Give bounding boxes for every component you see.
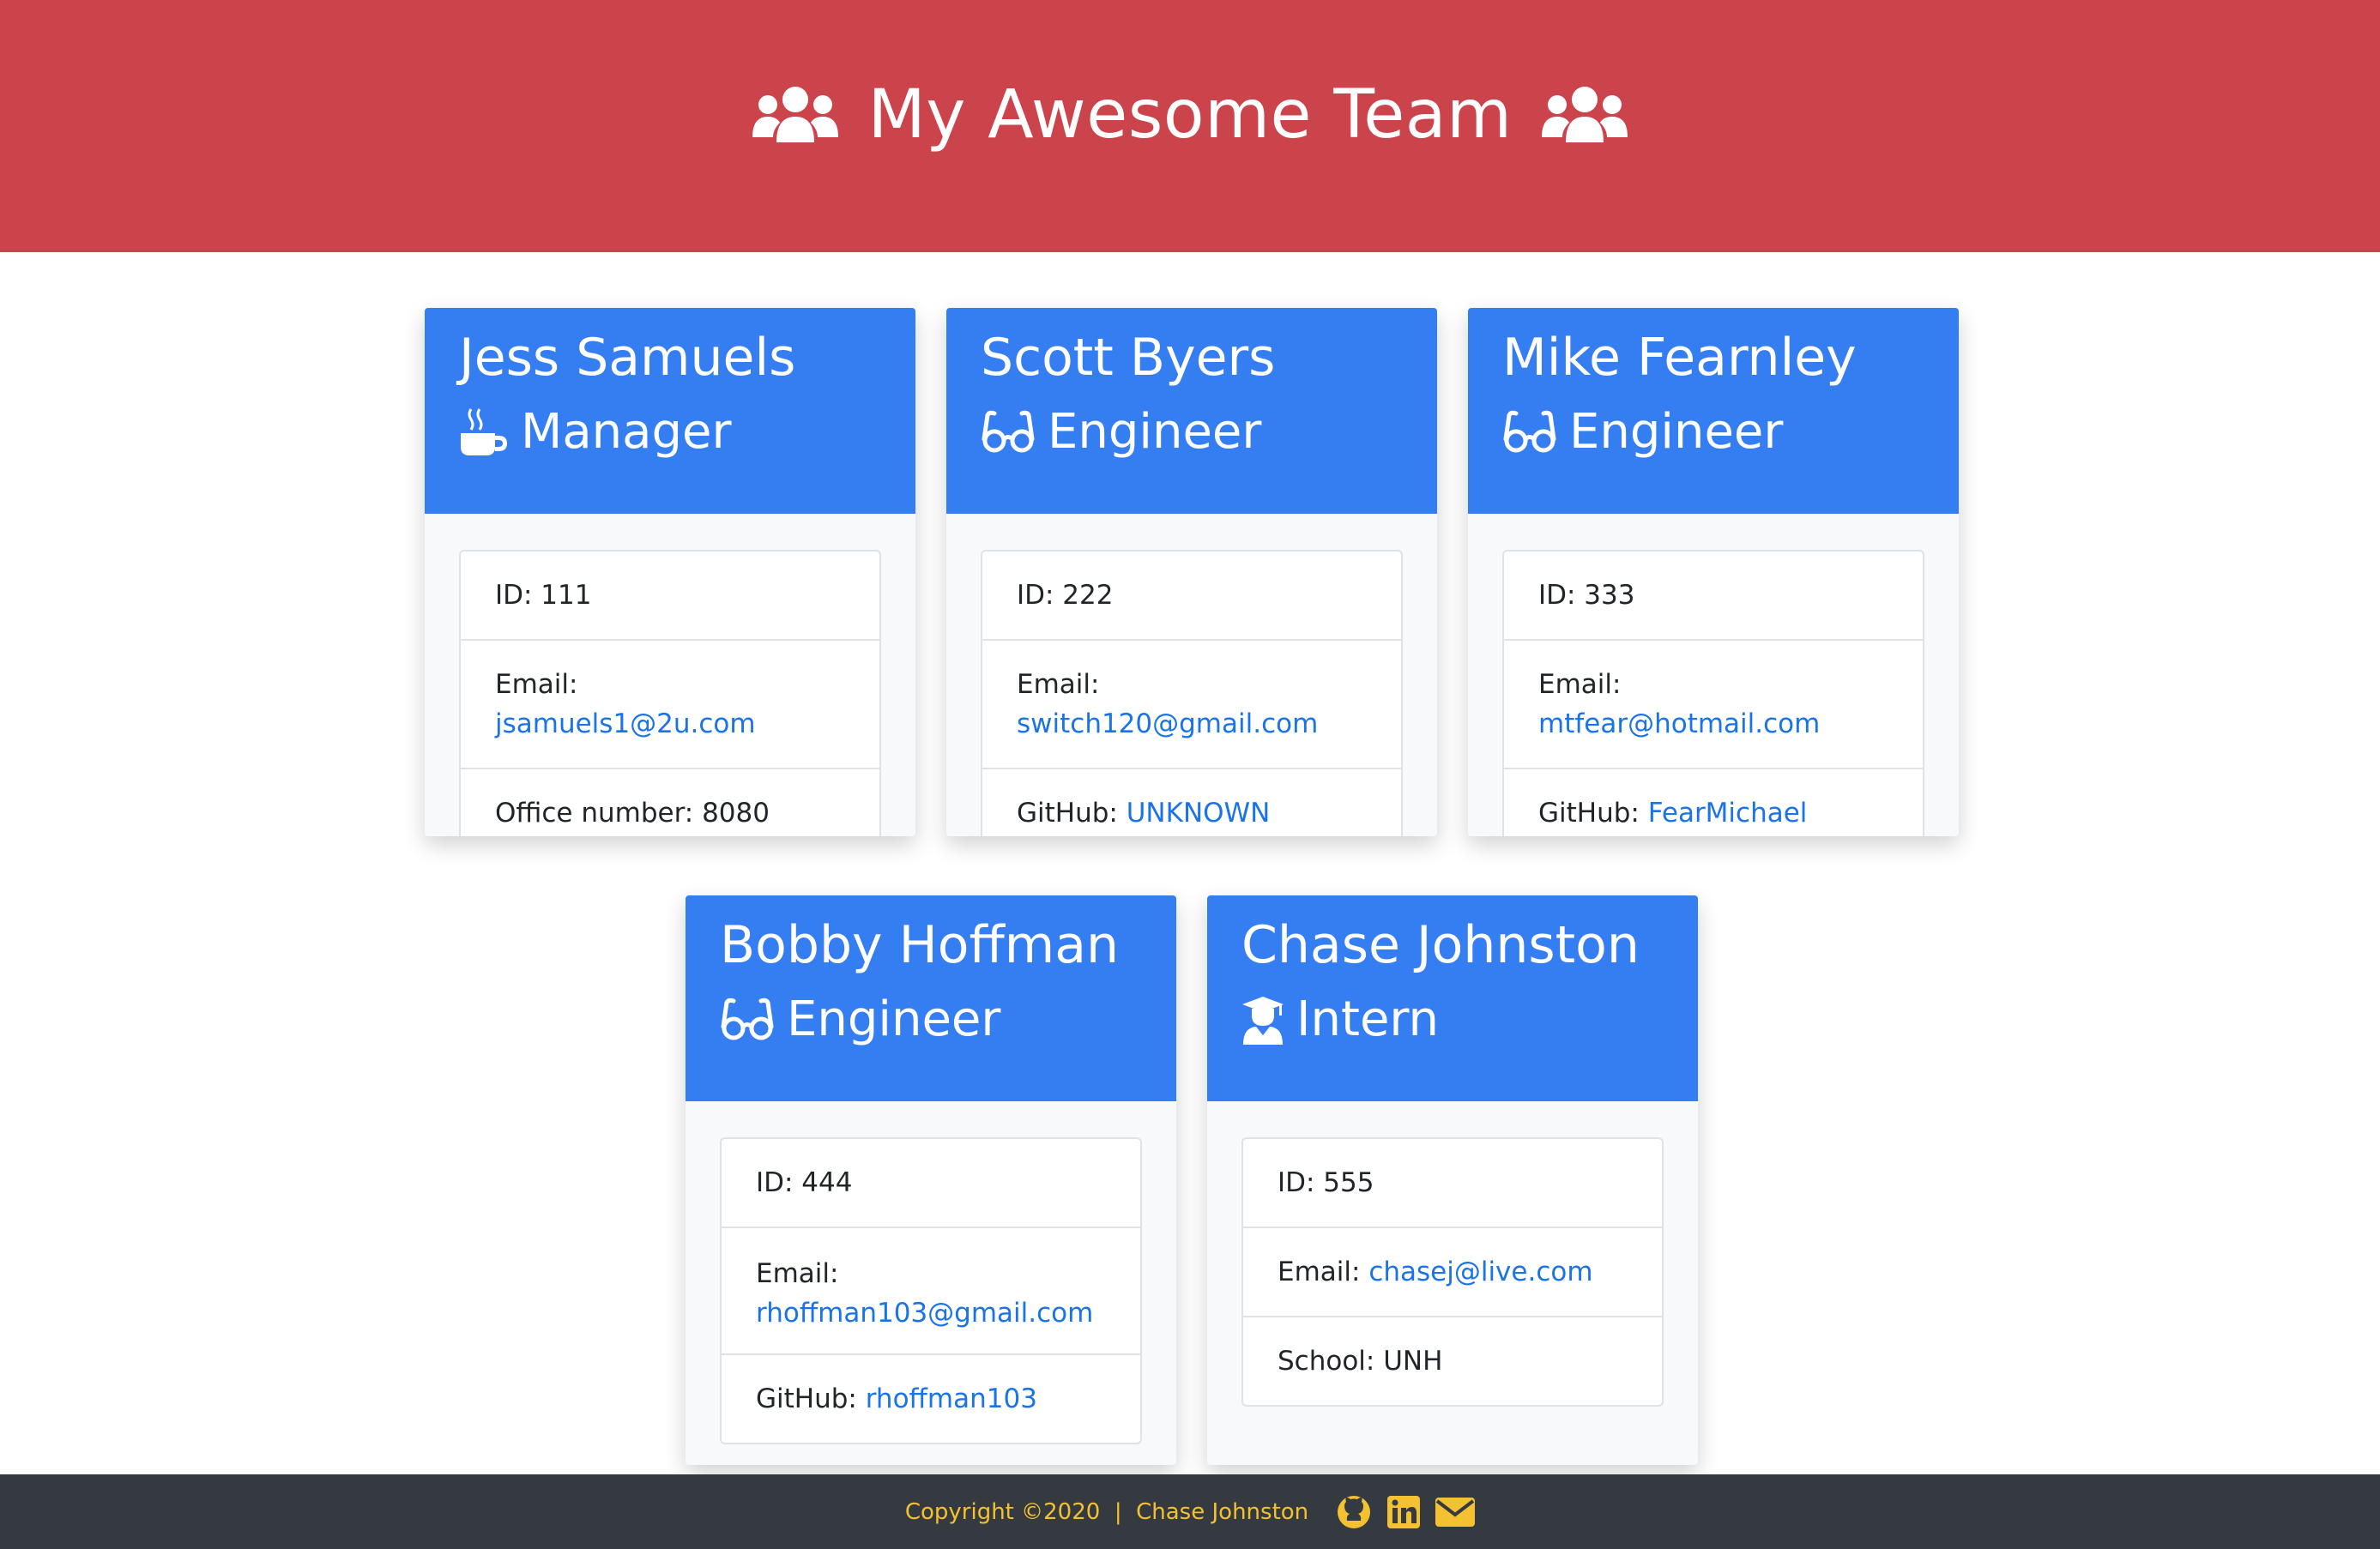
- employee-name: Scott Byers: [981, 328, 1276, 388]
- copyright-text: Copyright ©2020 | Chase Johnston: [904, 1498, 1309, 1525]
- envelope-icon[interactable]: [1435, 1497, 1476, 1527]
- id-item: ID: 555: [1243, 1139, 1662, 1228]
- card-header: Chase Johnston Intern: [1207, 895, 1698, 1101]
- github-link[interactable]: UNKNOWN: [1127, 798, 1271, 829]
- info-list: ID: 222 Email: switch120@gmail.com GitHu…: [981, 550, 1403, 836]
- employee-card: Chase Johnston Intern ID: 555 Email: cha…: [1207, 895, 1698, 1465]
- github-label: GitHub:: [1017, 798, 1118, 829]
- github-link[interactable]: FearMichael: [1648, 798, 1808, 829]
- role-label: Intern: [1296, 991, 1439, 1047]
- users-icon: [1540, 82, 1629, 148]
- page-footer: Copyright ©2020 | Chase Johnston: [0, 1474, 2380, 1549]
- employee-role: Intern: [1241, 991, 1698, 1047]
- github-icon[interactable]: [1336, 1494, 1372, 1530]
- employee-role: Engineer: [720, 991, 1176, 1047]
- employee-name: Mike Fearnley: [1502, 328, 1857, 388]
- email-label: Email:: [495, 669, 578, 700]
- school-item: School: UNH: [1278, 1346, 1443, 1377]
- employee-card: Scott Byers Engineer ID: 222 Email: swit…: [946, 308, 1437, 836]
- card-header: Mike Fearnley Engineer: [1468, 308, 1959, 514]
- role-label: Engineer: [1569, 404, 1784, 460]
- id-item: ID: 444: [722, 1139, 1140, 1228]
- email-item: Email: switch120@gmail.com: [982, 641, 1401, 769]
- email-item: Email: chasej@live.com: [1243, 1228, 1662, 1317]
- email-item: Email: jsamuels1@2u.com: [461, 641, 879, 769]
- role-label: Manager: [521, 404, 732, 460]
- github-label: GitHub:: [1538, 798, 1640, 829]
- card-header: Scott Byers Engineer: [946, 308, 1437, 514]
- card-body: ID: 222 Email: switch120@gmail.com GitHu…: [946, 514, 1437, 836]
- role-label: Engineer: [787, 991, 1001, 1047]
- employee-name: Bobby Hoffman: [720, 915, 1120, 975]
- employee-card: Mike Fearnley Engineer ID: 333 Email: mt…: [1468, 308, 1959, 836]
- github-item: GitHub: FearMichael: [1504, 769, 1923, 836]
- github-label: GitHub:: [756, 1383, 857, 1414]
- email-link[interactable]: switch120@gmail.com: [1017, 708, 1318, 739]
- footer-social-links: [1336, 1494, 1476, 1530]
- card-body: ID: 333 Email: mtfear@hotmail.com GitHub…: [1468, 514, 1959, 836]
- graduate-icon: [1241, 995, 1284, 1045]
- email-label: Email:: [1538, 669, 1622, 700]
- email-item: Email: mtfear@hotmail.com: [1504, 641, 1923, 769]
- email-label: Email:: [1017, 669, 1100, 700]
- email-item: Email: rhoffman103@gmail.com: [722, 1228, 1140, 1355]
- email-link[interactable]: jsamuels1@2u.com: [495, 708, 756, 739]
- info-list: ID: 555 Email: chasej@live.com School: U…: [1241, 1137, 1664, 1407]
- linkedin-icon[interactable]: [1387, 1495, 1421, 1528]
- card-header: Jess Samuels Manager: [425, 308, 915, 514]
- employee-role: Engineer: [1502, 404, 1959, 460]
- info-list: ID: 111 Email: jsamuels1@2u.com Office n…: [459, 550, 881, 836]
- card-header: Bobby Hoffman Engineer: [686, 895, 1176, 1101]
- glasses-icon: [981, 410, 1036, 455]
- email-label: Email:: [756, 1258, 839, 1289]
- github-link[interactable]: rhoffman103: [866, 1383, 1037, 1414]
- glasses-icon: [720, 998, 775, 1042]
- employee-card: Jess Samuels Manager ID: 111 Email: jsam…: [425, 308, 915, 836]
- employee-role: Engineer: [981, 404, 1437, 460]
- employee-name: Jess Samuels: [459, 328, 796, 388]
- card-body: ID: 111 Email: jsamuels1@2u.com Office n…: [425, 514, 915, 836]
- email-link[interactable]: chasej@live.com: [1368, 1257, 1592, 1287]
- email-link[interactable]: rhoffman103@gmail.com: [756, 1298, 1093, 1329]
- glasses-icon: [1502, 410, 1557, 455]
- card-body: ID: 444 Email: rhoffman103@gmail.com Git…: [686, 1101, 1176, 1465]
- role-label: Engineer: [1048, 404, 1262, 460]
- id-item: ID: 222: [982, 551, 1401, 641]
- info-list: ID: 333 Email: mtfear@hotmail.com GitHub…: [1502, 550, 1924, 836]
- id-item: ID: 111: [461, 551, 879, 641]
- id-item: ID: 333: [1504, 551, 1923, 641]
- card-body: ID: 555 Email: chasej@live.com School: U…: [1207, 1101, 1698, 1441]
- employee-card: Bobby Hoffman Engineer ID: 444 Email: rh…: [686, 895, 1176, 1465]
- users-icon: [751, 82, 840, 148]
- email-label: Email:: [1278, 1257, 1361, 1287]
- info-list: ID: 444 Email: rhoffman103@gmail.com Git…: [720, 1137, 1142, 1444]
- coffee-mug-icon: [459, 407, 509, 457]
- page-title: My Awesome Team: [867, 76, 1513, 154]
- employee-name: Chase Johnston: [1241, 915, 1640, 975]
- page-header: My Awesome Team: [0, 0, 2380, 252]
- office-number-item: Office number: 8080: [495, 798, 770, 829]
- github-item: GitHub: rhoffman103: [722, 1355, 1140, 1443]
- employee-role: Manager: [459, 404, 915, 460]
- github-item: GitHub: UNKNOWN: [982, 769, 1401, 836]
- email-link[interactable]: mtfear@hotmail.com: [1538, 708, 1820, 739]
